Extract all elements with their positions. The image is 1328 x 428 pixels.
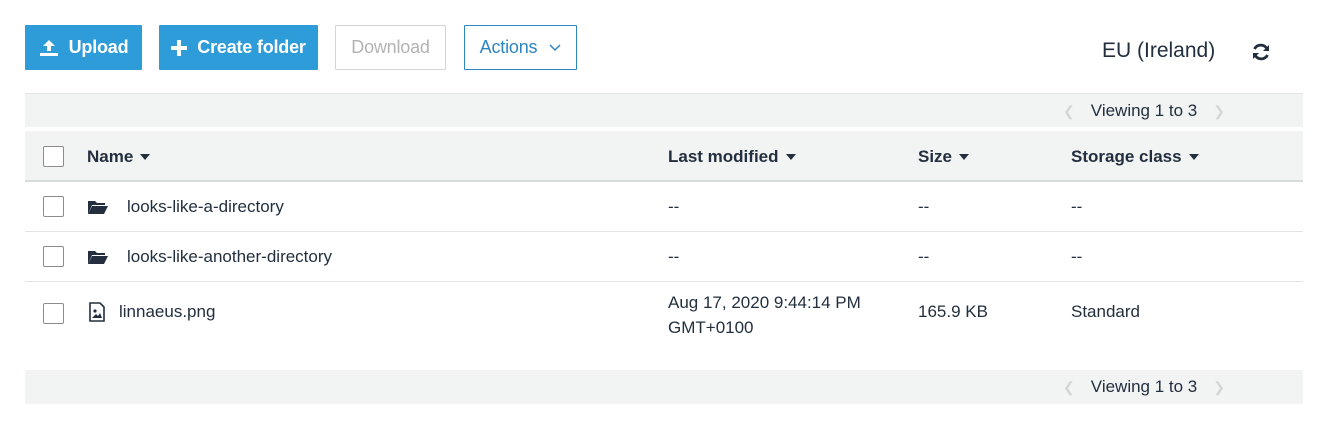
pager-top: ❮ Viewing 1 to 3 ❯ xyxy=(25,93,1303,127)
chevron-right-icon[interactable]: ❯ xyxy=(1213,103,1225,120)
select-all-checkbox[interactable] xyxy=(43,146,64,167)
sort-caret-icon xyxy=(140,154,151,160)
column-header-last-modified[interactable]: Last modified xyxy=(668,147,796,167)
size-cell: 165.9 KB xyxy=(918,302,988,321)
column-header-size[interactable]: Size xyxy=(918,147,970,167)
table-header: Name Last modified Size Storage class xyxy=(25,131,1303,182)
upload-icon xyxy=(39,39,59,57)
row-checkbox[interactable] xyxy=(43,196,64,217)
create-folder-button-label: Create folder xyxy=(197,37,306,57)
last-modified-timezone: GMT+0100 xyxy=(668,318,754,337)
column-header-size-label: Size xyxy=(918,147,953,166)
sort-caret-icon xyxy=(959,154,970,160)
upload-button-label: Upload xyxy=(68,37,129,57)
object-name-cell[interactable]: looks-like-a-directory xyxy=(87,197,284,217)
sort-caret-icon xyxy=(1188,154,1199,160)
chevron-left-icon[interactable]: ❮ xyxy=(1063,103,1075,120)
last-modified-cell: Aug 17, 2020 9:44:14 PM GMT+0100 xyxy=(668,290,861,340)
refresh-icon[interactable] xyxy=(1250,41,1272,63)
region-label: EU (Ireland) xyxy=(1102,39,1216,62)
table-row[interactable]: looks-like-another-directory -- -- -- xyxy=(25,232,1303,282)
storage-class-cell: -- xyxy=(1071,247,1083,266)
chevron-down-icon xyxy=(549,43,561,52)
row-checkbox[interactable] xyxy=(43,246,64,267)
sort-caret-icon xyxy=(785,154,796,160)
table-row[interactable]: linnaeus.png Aug 17, 2020 9:44:14 PM GMT… xyxy=(25,282,1303,340)
column-header-name[interactable]: Name xyxy=(87,147,151,167)
column-header-storage-class-label: Storage class xyxy=(1071,147,1182,166)
last-modified-cell: -- xyxy=(668,197,680,216)
pager-bottom: ❮ Viewing 1 to 3 ❯ xyxy=(25,370,1303,404)
size-cell: -- xyxy=(918,197,930,216)
object-name-cell[interactable]: linnaeus.png xyxy=(89,302,215,322)
storage-class-cell: -- xyxy=(1071,197,1083,216)
actions-dropdown-label: Actions xyxy=(479,37,538,57)
size-cell: -- xyxy=(918,247,930,266)
chevron-left-icon[interactable]: ❮ xyxy=(1063,379,1075,396)
download-button[interactable]: Download xyxy=(335,25,446,70)
image-file-icon xyxy=(89,302,105,322)
row-checkbox[interactable] xyxy=(43,303,64,324)
folder-open-icon xyxy=(87,198,109,216)
column-header-storage-class[interactable]: Storage class xyxy=(1071,147,1199,167)
upload-button[interactable]: Upload xyxy=(25,25,142,70)
actions-dropdown[interactable]: Actions xyxy=(464,25,577,70)
create-folder-button[interactable]: Create folder xyxy=(159,25,318,70)
storage-class-cell: Standard xyxy=(1071,302,1140,321)
column-header-last-modified-label: Last modified xyxy=(668,147,779,166)
table-row[interactable]: looks-like-a-directory -- -- -- xyxy=(25,182,1303,232)
object-name-cell[interactable]: looks-like-another-directory xyxy=(87,247,332,267)
pager-label: Viewing 1 to 3 xyxy=(1090,101,1198,120)
objects-table: Name Last modified Size Storage class lo… xyxy=(25,131,1303,340)
object-name-link[interactable]: looks-like-a-directory xyxy=(127,197,284,217)
chevron-right-icon[interactable]: ❯ xyxy=(1213,379,1225,396)
last-modified-cell: -- xyxy=(668,247,680,266)
plus-icon xyxy=(171,39,188,56)
object-name-link[interactable]: looks-like-another-directory xyxy=(127,247,332,267)
last-modified-date: Aug 17, 2020 9:44:14 PM xyxy=(668,293,861,312)
column-header-name-label: Name xyxy=(87,147,134,166)
download-button-label: Download xyxy=(351,37,430,57)
pager-label: Viewing 1 to 3 xyxy=(1090,377,1198,396)
folder-open-icon xyxy=(87,248,109,266)
object-name-link[interactable]: linnaeus.png xyxy=(119,302,215,322)
